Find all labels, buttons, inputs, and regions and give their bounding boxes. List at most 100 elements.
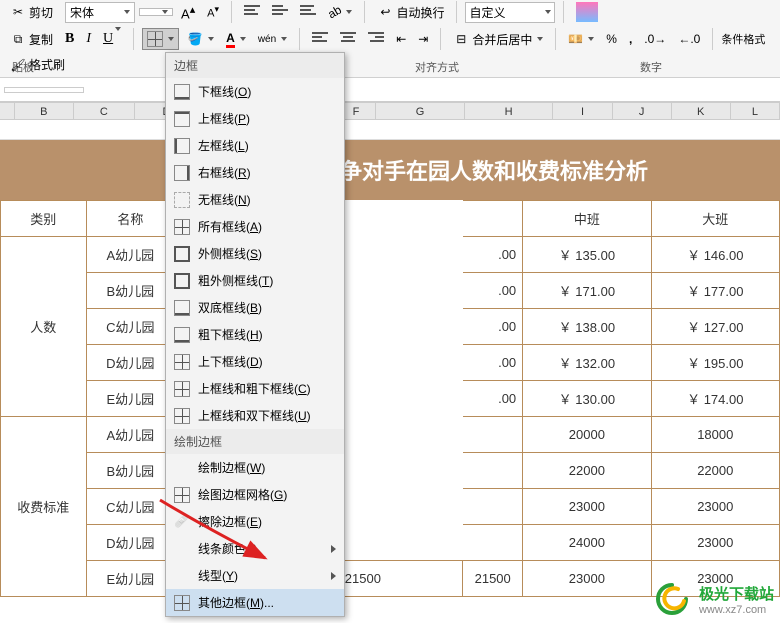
cell-mid[interactable]: 24000	[523, 525, 651, 561]
cut-button[interactable]: ✂ 剪切	[6, 2, 57, 23]
menu-item-E[interactable]: 🩹擦除边框(E)	[166, 508, 344, 535]
cell[interactable]: .00	[463, 273, 523, 309]
menu-item-B[interactable]: 双底框线(B)	[166, 294, 344, 321]
copy-button[interactable]: ⧉ 复制	[6, 29, 57, 50]
decrease-font-button[interactable]: A▾	[203, 2, 223, 22]
cell-name[interactable]: B幼儿园	[86, 453, 174, 489]
cell-category[interactable]: 收费标准	[1, 417, 87, 597]
bold-button[interactable]: B	[61, 29, 78, 49]
name-box[interactable]	[4, 87, 84, 93]
align-top-button[interactable]	[240, 3, 264, 21]
menu-item-W[interactable]: 绘制边框(W)	[166, 454, 344, 481]
align-center-button[interactable]	[336, 30, 360, 48]
cell-big[interactable]: 23000	[651, 525, 779, 561]
cell-big[interactable]: ￥ 146.00	[651, 237, 779, 273]
cell[interactable]: .00	[463, 381, 523, 417]
font-name-select[interactable]: 宋体	[65, 2, 135, 23]
cell[interactable]	[463, 489, 523, 525]
col-header[interactable]: G	[376, 103, 465, 119]
col-header[interactable]: K	[672, 103, 731, 119]
italic-button[interactable]: I	[82, 29, 95, 49]
align-left-button[interactable]	[308, 30, 332, 48]
cell-name[interactable]: D幼儿园	[86, 525, 174, 561]
menu-item-Y[interactable]: 线型(Y)	[166, 562, 344, 589]
increase-indent-button[interactable]: ⇥	[414, 30, 432, 48]
cell[interactable]: .00	[463, 345, 523, 381]
cell[interactable]	[463, 417, 523, 453]
hdr-mid[interactable]: 中班	[523, 201, 651, 237]
cell-category[interactable]: 人数	[1, 237, 87, 417]
align-bottom-button[interactable]	[296, 3, 320, 21]
percent-button[interactable]: %	[602, 30, 621, 48]
increase-font-button[interactable]: A▴	[177, 1, 199, 23]
cell-name[interactable]: B幼儿园	[86, 273, 174, 309]
cell-big[interactable]: 18000	[651, 417, 779, 453]
align-right-button[interactable]	[364, 30, 388, 48]
font-color-button[interactable]: A	[222, 29, 250, 50]
hdr-category[interactable]: 类别	[1, 201, 87, 237]
cell-mid[interactable]: 20000	[523, 417, 651, 453]
hdr-name[interactable]: 名称	[86, 201, 174, 237]
col-header[interactable]: B	[15, 103, 74, 119]
cell[interactable]	[463, 525, 523, 561]
cell-mid[interactable]: ￥ 138.00	[523, 309, 651, 345]
menu-item-C[interactable]: 上框线和粗下框线(C)	[166, 375, 344, 402]
wrap-text-button[interactable]: ↩ 自动换行	[373, 2, 448, 23]
menu-item-I[interactable]: 线条颜色(I)	[166, 535, 344, 562]
menu-item-D[interactable]: 上下框线(D)	[166, 348, 344, 375]
cell-mid[interactable]: ￥ 171.00	[523, 273, 651, 309]
cell-name[interactable]: E幼儿园	[86, 381, 174, 417]
hdr-big[interactable]: 大班	[651, 201, 779, 237]
cell[interactable]	[463, 453, 523, 489]
cell-big[interactable]: ￥ 195.00	[651, 345, 779, 381]
currency-button[interactable]: 💴	[564, 30, 598, 48]
menu-item-O[interactable]: 下框线(O)	[166, 78, 344, 105]
menu-item-R[interactable]: 右框线(R)	[166, 159, 344, 186]
decrease-indent-button[interactable]: ⇤	[392, 30, 410, 48]
menu-item-S[interactable]: 外侧框线(S)	[166, 240, 344, 267]
cell-name[interactable]: C幼儿园	[86, 489, 174, 525]
merge-center-button[interactable]: ⊟ 合并后居中	[449, 29, 547, 50]
cell-mid[interactable]: ￥ 132.00	[523, 345, 651, 381]
col-header[interactable]: I	[553, 103, 612, 119]
cell-big[interactable]: ￥ 127.00	[651, 309, 779, 345]
worksheet[interactable]: 争对手在园人数和收费标准分析 类别 名称 总数/ 中班 大班 人数A幼儿园￥ 5…	[0, 120, 780, 597]
cell-big[interactable]: ￥ 174.00	[651, 381, 779, 417]
menu-item-U[interactable]: 上框线和双下框线(U)	[166, 402, 344, 429]
menu-item-H[interactable]: 粗下框线(H)	[166, 321, 344, 348]
cell-mid[interactable]: 23000	[523, 489, 651, 525]
cell-mid[interactable]: ￥ 130.00	[523, 381, 651, 417]
cell-name[interactable]: A幼儿园	[86, 417, 174, 453]
col-header[interactable]: H	[465, 103, 554, 119]
col-header[interactable]: C	[74, 103, 135, 119]
cell-name[interactable]: C幼儿园	[86, 309, 174, 345]
col-header[interactable]: L	[731, 103, 780, 119]
number-format-select[interactable]: 自定义	[465, 2, 555, 23]
comma-button[interactable]: ,	[625, 30, 636, 48]
font-size-select[interactable]	[139, 8, 173, 16]
cell[interactable]: .00	[463, 237, 523, 273]
menu-item-A[interactable]: 所有框线(A)	[166, 213, 344, 240]
orientation-button[interactable]: ab	[324, 3, 356, 21]
cell-mid[interactable]: 23000	[523, 561, 651, 597]
cell-name[interactable]: A幼儿园	[86, 237, 174, 273]
decrease-decimal-button[interactable]: ←.0	[674, 30, 704, 48]
underline-button[interactable]: U	[99, 29, 125, 49]
col-header[interactable]: J	[613, 103, 672, 119]
menu-item-T[interactable]: 粗外侧框线(T)	[166, 267, 344, 294]
menu-item-L[interactable]: 左框线(L)	[166, 132, 344, 159]
cell-name[interactable]: D幼儿园	[86, 345, 174, 381]
menu-item-P[interactable]: 上框线(P)	[166, 105, 344, 132]
menu-item-N[interactable]: 无框线(N)	[166, 186, 344, 213]
cell-mid[interactable]: ￥ 135.00	[523, 237, 651, 273]
cell-big[interactable]: ￥ 177.00	[651, 273, 779, 309]
phonetic-button[interactable]: wén	[254, 32, 291, 47]
cell[interactable]: 21500	[463, 561, 523, 597]
cell[interactable]: .00	[463, 309, 523, 345]
align-middle-button[interactable]	[268, 3, 292, 21]
border-button[interactable]	[142, 28, 179, 50]
cell-big[interactable]: 23000	[651, 489, 779, 525]
cell-mid[interactable]: 22000	[523, 453, 651, 489]
cell-name[interactable]: E幼儿园	[86, 561, 174, 597]
fill-color-button[interactable]: 🪣	[183, 29, 218, 49]
